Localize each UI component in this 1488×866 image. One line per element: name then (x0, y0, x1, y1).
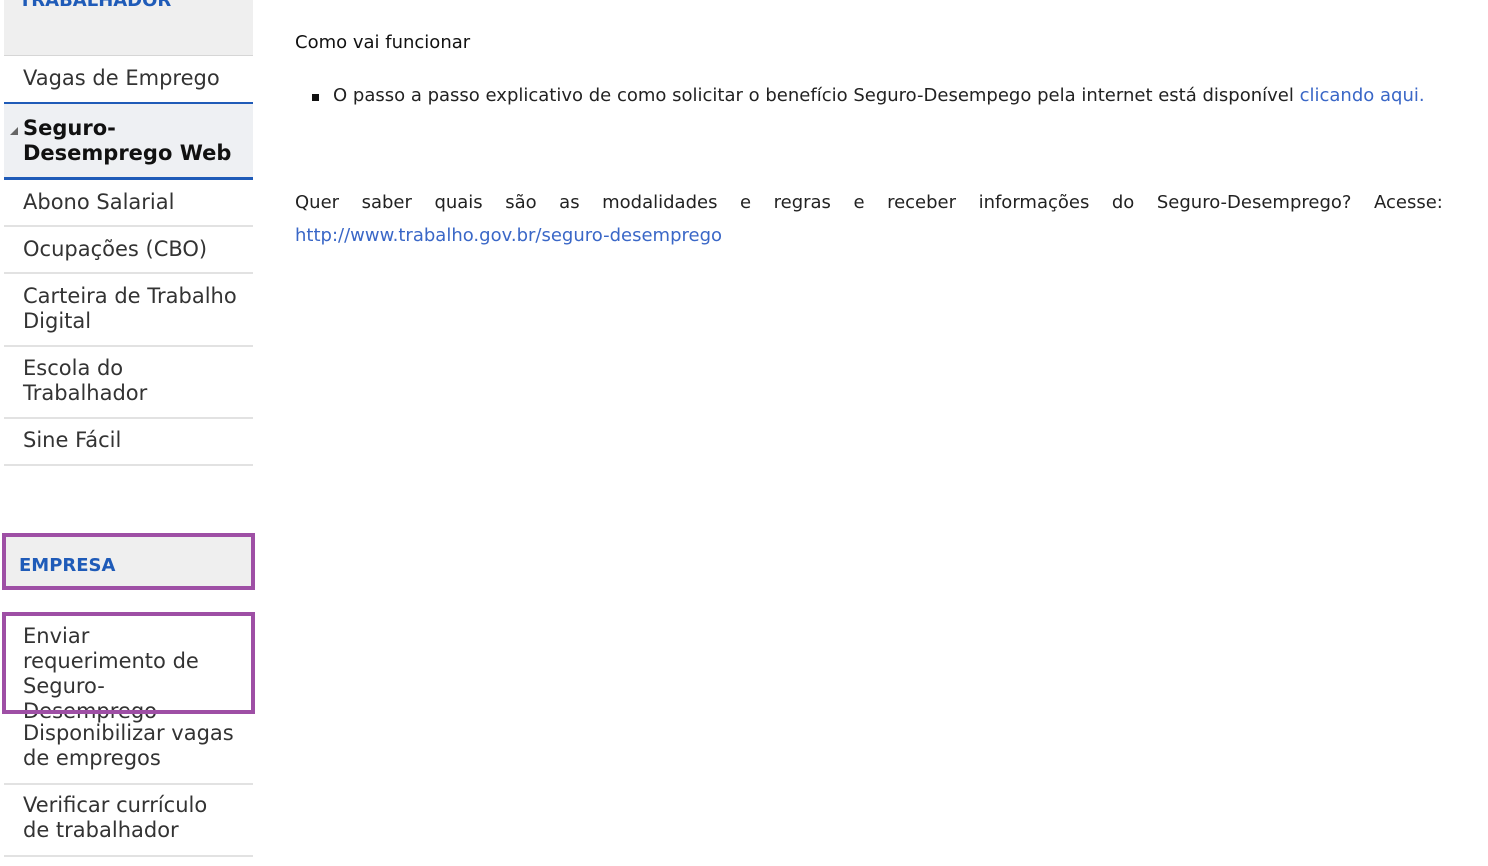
para-word: receber (887, 192, 957, 213)
seguro-desemprego-url-link[interactable]: http://www.trabalho.gov.br/seguro-desemp… (295, 225, 722, 246)
sidebar-item-carteira-de-trabalho-digital[interactable]: Carteira de Trabalho Digital (4, 274, 253, 347)
paragraph-line: Quer saber quais são as modalidades e re… (295, 186, 1443, 219)
sidebar-item-label: Seguro-Desemprego Web (23, 116, 232, 165)
sidebar-item-ocupacoes-cbo[interactable]: Ocupações (CBO) (4, 227, 253, 274)
sidebar-item-label: Verificar currículo de trabalhador (23, 793, 208, 842)
trabalhador-section-header: TRABALHADOR (4, 0, 253, 56)
info-paragraph: Quer saber quais são as modalidades e re… (295, 186, 1443, 252)
para-word: Acesse: (1374, 192, 1443, 213)
para-word: e (740, 192, 752, 213)
para-word: e (853, 192, 865, 213)
sidebar-item-escola-do-trabalhador[interactable]: Escola do Trabalhador (4, 347, 253, 419)
sidebar-item-label: Carteira de Trabalho Digital (23, 284, 237, 333)
expand-triangle-icon (10, 127, 18, 135)
para-word: Quer (295, 192, 340, 213)
sidebar-item-enviar-requerimento[interactable]: Enviar requerimento de Seguro-Desemprego (4, 616, 253, 723)
sidebar-item-disponibilizar-vagas[interactable]: Disponibilizar vagas de empregos (4, 714, 253, 785)
sidebar-item-label: Escola do Trabalhador (23, 356, 148, 405)
sidebar-item-label: Enviar requerimento de Seguro-Desemprego (23, 624, 199, 723)
para-word: as (559, 192, 580, 213)
sidebar-item-vagas-de-emprego[interactable]: Vagas de Emprego (4, 58, 253, 105)
empresa-section-header: EMPRESA (2, 533, 255, 590)
bullet-icon (312, 94, 319, 101)
para-word: são (505, 192, 537, 213)
bullet-text: O passo a passo explicativo de como soli… (333, 85, 1294, 106)
sidebar-item-abono-salarial[interactable]: Abono Salarial (4, 180, 253, 227)
clicando-aqui-link[interactable]: clicando aqui. (1300, 85, 1425, 106)
empresa-header-label: EMPRESA (19, 555, 116, 576)
section-subheading: Como vai funcionar (295, 32, 471, 53)
sidebar-item-label: Abono Salarial (23, 190, 175, 214)
sidebar-item-label: Ocupações (CBO) (23, 237, 208, 261)
sidebar-item-label: Disponibilizar vagas de empregos (23, 721, 234, 770)
sidebar-item-label: Vagas de Emprego (23, 66, 220, 90)
para-word: informações (978, 192, 1090, 213)
sidebar-item-seguro-desemprego-web[interactable]: Seguro-Desemprego Web (4, 102, 253, 180)
para-word: modalidades (602, 192, 718, 213)
sidebar-item-label: Sine Fácil (23, 428, 122, 452)
trabalhador-header-label: TRABALHADOR (19, 0, 172, 11)
para-word: saber (361, 192, 412, 213)
sidebar: TRABALHADOR Vagas de Emprego Seguro-Dese… (0, 0, 260, 866)
sidebar-item-sine-facil[interactable]: Sine Fácil (4, 419, 253, 466)
para-word: Seguro-Desemprego? (1156, 192, 1352, 213)
sidebar-item-verificar-curriculo[interactable]: Verificar currículo de trabalhador (4, 785, 253, 857)
para-word: do (1111, 192, 1135, 213)
para-word: regras (773, 192, 831, 213)
paragraph-line: http://www.trabalho.gov.br/seguro-desemp… (295, 219, 1443, 252)
para-word: quais (434, 192, 483, 213)
bullet-text-container: O passo a passo explicativo de como soli… (333, 85, 1425, 106)
